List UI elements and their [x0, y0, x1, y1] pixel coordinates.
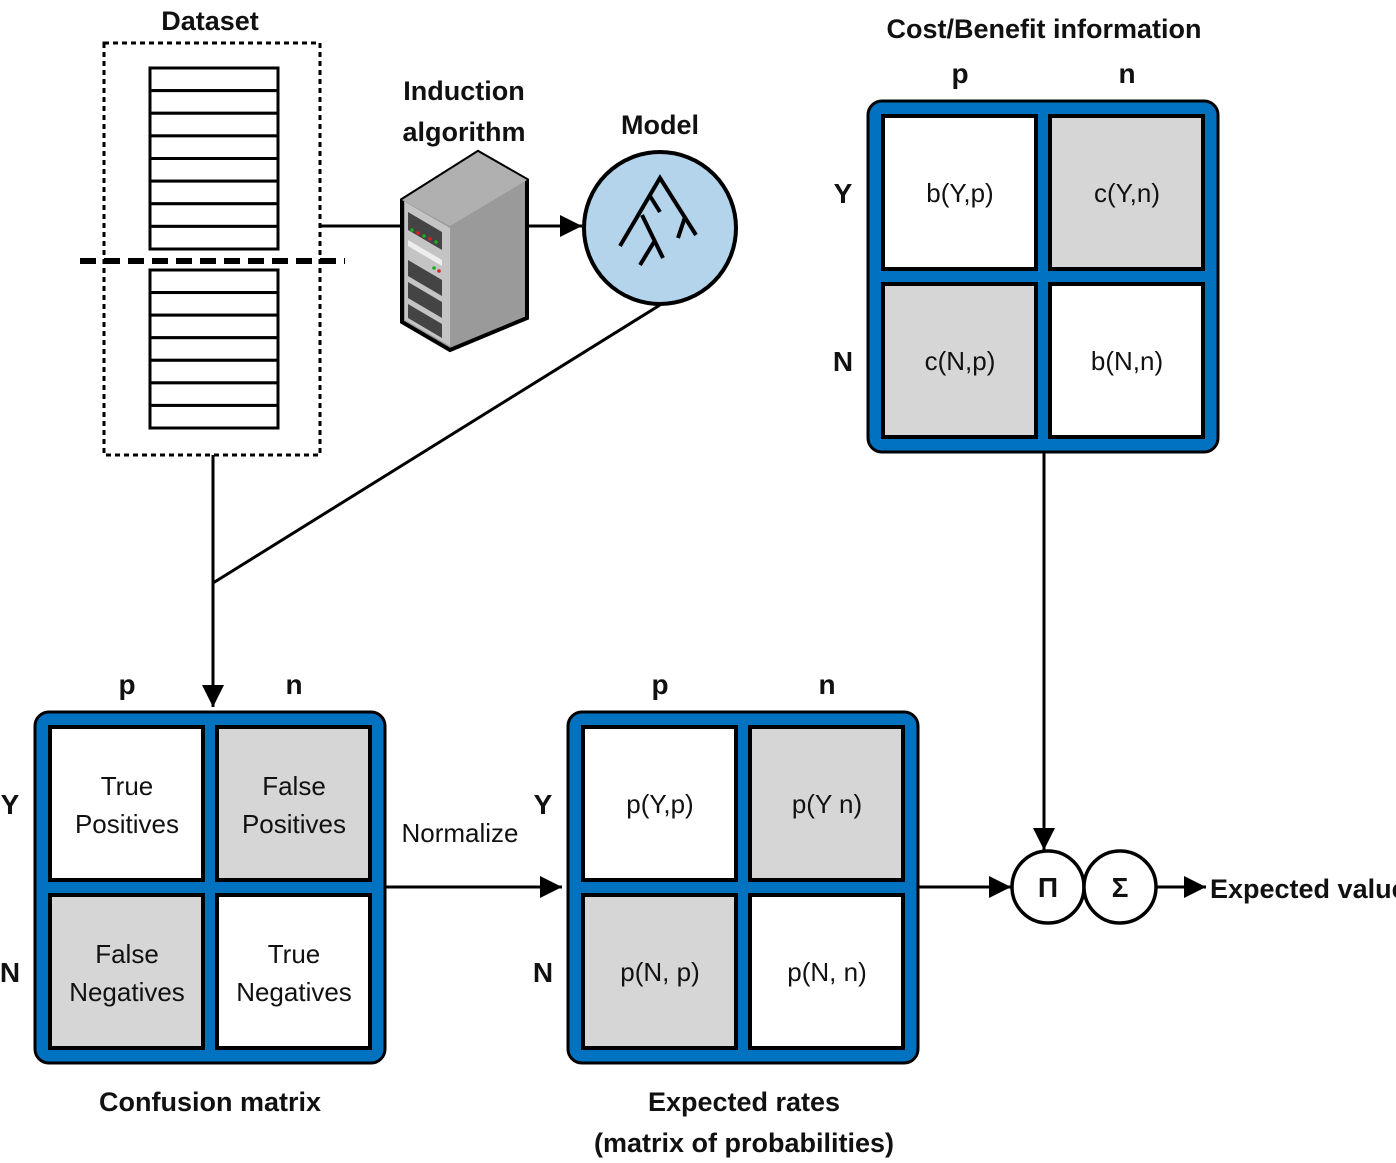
product-symbol: Π — [1038, 872, 1058, 903]
cell-label: c(Y,n) — [1094, 178, 1160, 208]
data-row — [148, 291, 280, 317]
row-header-Y: Y — [534, 789, 553, 820]
cost-benefit-title: Cost/Benefit information — [887, 14, 1202, 44]
cell-label: Positives — [242, 809, 346, 839]
cell-label: Positives — [75, 809, 179, 839]
expected-value-framework-diagram: Dataset Induction algorithm Model p n Y Nb(… — [0, 6, 1396, 1158]
expected-rates-title: Expected rates — [648, 1087, 840, 1117]
column-header-p: p — [651, 669, 668, 700]
normalize-label: Normalize — [401, 818, 518, 848]
sum-symbol: Σ — [1112, 872, 1129, 903]
column-header-n: n — [1118, 58, 1135, 89]
cost-benefit-matrix: p n Y Nb(Y,p) c(Y,n) c(N,p) b(N,n) — [833, 58, 1220, 454]
data-row — [148, 313, 280, 340]
cell-label: c(N,p) — [925, 346, 996, 376]
data-row — [148, 157, 280, 183]
connector-model-to-evaluation — [212, 303, 661, 585]
cell-label: b(Y,p) — [926, 178, 993, 208]
cell-label: Negatives — [236, 977, 352, 1007]
row-header-N: N — [0, 957, 20, 988]
dataset-title: Dataset — [161, 6, 259, 36]
cell-label: False — [262, 771, 326, 801]
cell-label: p(Y n) — [792, 789, 862, 819]
matrix-cell — [215, 725, 372, 882]
server-icon — [400, 149, 529, 353]
row-header-N: N — [833, 346, 853, 377]
matrix-cell — [48, 725, 205, 882]
data-row — [148, 134, 280, 160]
data-row — [148, 358, 280, 385]
data-row — [148, 179, 280, 206]
cell-label: False — [95, 939, 159, 969]
cell-label: p(Y,p) — [626, 789, 693, 819]
data-row — [148, 202, 280, 228]
matrix-cell — [215, 893, 372, 1050]
data-row — [148, 403, 280, 430]
row-header-Y: Y — [834, 178, 853, 209]
data-row — [148, 336, 280, 362]
test-data-rows — [148, 268, 280, 430]
induction-title-line2: algorithm — [402, 117, 525, 147]
model-title: Model — [621, 110, 699, 140]
column-header-n: n — [285, 669, 302, 700]
matrix-cell — [48, 893, 205, 1050]
cell-label: Negatives — [69, 977, 185, 1007]
column-header-n: n — [818, 669, 835, 700]
cell-label: True — [101, 771, 154, 801]
column-header-p: p — [118, 669, 135, 700]
confusion-matrix-title: Confusion matrix — [99, 1087, 321, 1117]
data-row — [148, 111, 280, 138]
column-header-p: p — [951, 58, 968, 89]
induction-title-line1: Induction — [403, 76, 524, 106]
cell-label: True — [268, 939, 321, 969]
data-row — [148, 381, 280, 407]
cell-label: p(N, n) — [787, 957, 866, 987]
expected-value-label: Expected value — [1210, 874, 1396, 904]
training-data-rows — [148, 66, 280, 251]
data-row — [148, 224, 280, 251]
confusion-matrix: p n Y N True Positives False Positives False Nega… — [0, 669, 387, 1065]
expected-rates-subtitle: (matrix of probabilities) — [594, 1128, 894, 1158]
data-row — [148, 89, 280, 115]
cell-label: p(N, p) — [620, 957, 699, 987]
cell-label: b(N,n) — [1091, 346, 1163, 376]
row-header-Y: Y — [1, 789, 20, 820]
data-row — [148, 66, 280, 93]
expected-rates-matrix: p n Y Np(Y,p) p(Y n) p(N, p) p(N, n) — [533, 669, 920, 1065]
data-row — [148, 268, 280, 295]
row-header-N: N — [533, 957, 553, 988]
